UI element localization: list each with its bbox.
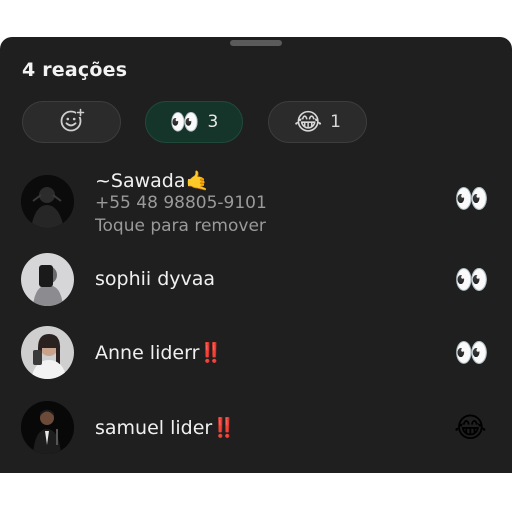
reaction-filter-bar: 👀 3 😂 1 — [22, 101, 492, 143]
contact-name: sophii dyvaa — [95, 268, 216, 290]
laughing-tears-icon: 😂 — [454, 411, 487, 444]
drag-handle[interactable] — [230, 40, 282, 46]
avatar — [21, 175, 74, 228]
contact-name: ~Sawada🤙 — [95, 170, 210, 192]
list-item[interactable]: samuel lider‼️ 😂 — [0, 401, 512, 461]
eyes-icon: 👀 — [454, 336, 489, 369]
eyes-icon: 👀 — [454, 263, 489, 296]
add-reaction-button[interactable] — [22, 101, 121, 143]
remove-hint: Toque para remover — [95, 216, 266, 236]
laughing-tears-icon: 😂 — [294, 108, 323, 136]
background — [0, 473, 512, 512]
eyes-icon: 👀 — [169, 108, 200, 136]
list-item[interactable]: Anne liderr‼️ 👀 — [0, 326, 512, 386]
avatar — [21, 401, 74, 454]
filter-chip-eyes[interactable]: 👀 3 — [145, 101, 243, 143]
filter-chip-count: 3 — [207, 112, 219, 132]
list-item[interactable]: sophii dyvaa 👀 — [0, 253, 512, 313]
contact-phone: +55 48 98805-9101 — [95, 193, 267, 213]
reactions-sheet: 4 reações 👀 3 😂 1 ~Sawada🤙 +55 48 98805-… — [0, 37, 512, 473]
filter-chip-laugh[interactable]: 😂 1 — [268, 101, 367, 143]
avatar — [21, 326, 74, 379]
contact-name: Anne liderr‼️ — [95, 342, 224, 364]
reactions-title: 4 reações — [22, 59, 128, 81]
list-item[interactable]: ~Sawada🤙 +55 48 98805-9101 Toque para re… — [0, 165, 512, 236]
contact-name: samuel lider‼️ — [95, 417, 236, 439]
eyes-icon: 👀 — [454, 182, 489, 215]
smiley-add-icon — [59, 107, 85, 138]
avatar — [21, 253, 74, 306]
filter-chip-count: 1 — [330, 112, 341, 132]
